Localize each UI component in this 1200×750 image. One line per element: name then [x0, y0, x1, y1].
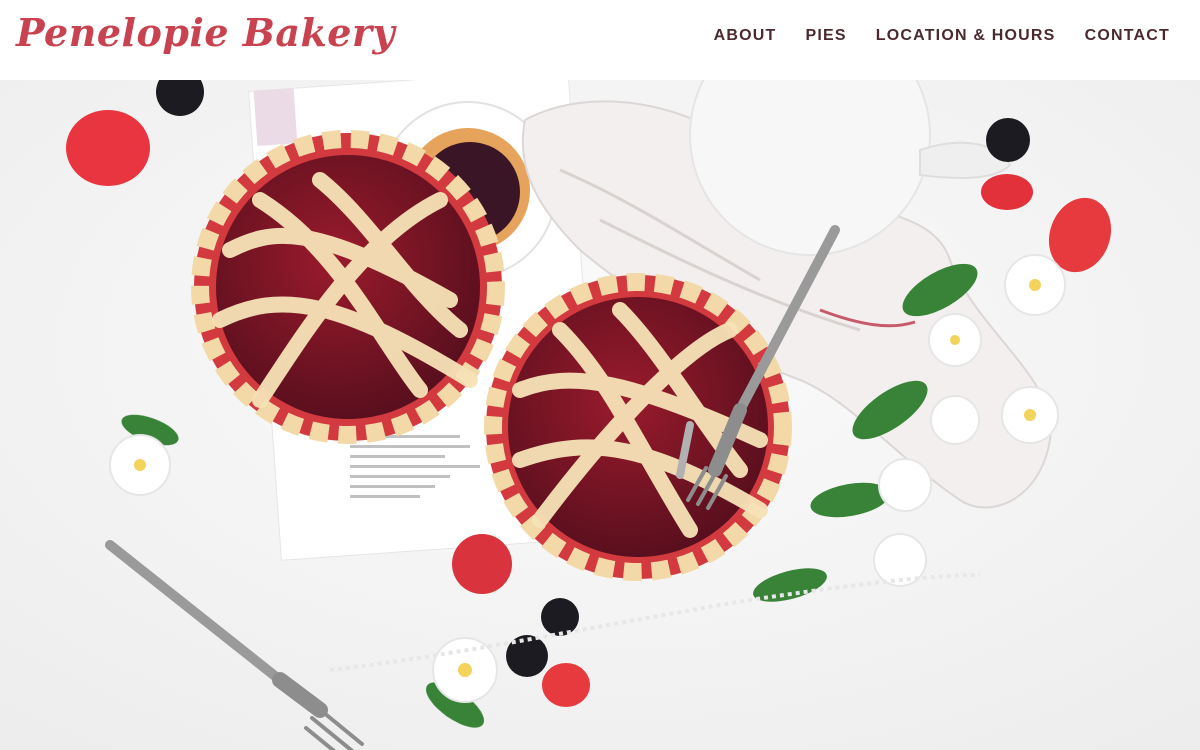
nav-link-pies[interactable]: PIES [806, 27, 847, 45]
main-nav: ABOUT PIES LOCATION & HOURS CONTACT [714, 27, 1170, 45]
nav-link-location-hours[interactable]: LOCATION & HOURS [876, 27, 1056, 45]
hero-image [0, 80, 1200, 750]
site-logo[interactable]: Penelopie Bakery [16, 10, 395, 55]
hero-photo-illustration [0, 80, 1200, 750]
berry-pie-right [484, 273, 792, 581]
berry-pie-left [191, 130, 505, 444]
site-header: Penelopie Bakery ABOUT PIES LOCATION & H… [0, 0, 1200, 80]
nav-link-contact[interactable]: CONTACT [1085, 27, 1170, 45]
nav-link-about[interactable]: ABOUT [714, 27, 777, 45]
